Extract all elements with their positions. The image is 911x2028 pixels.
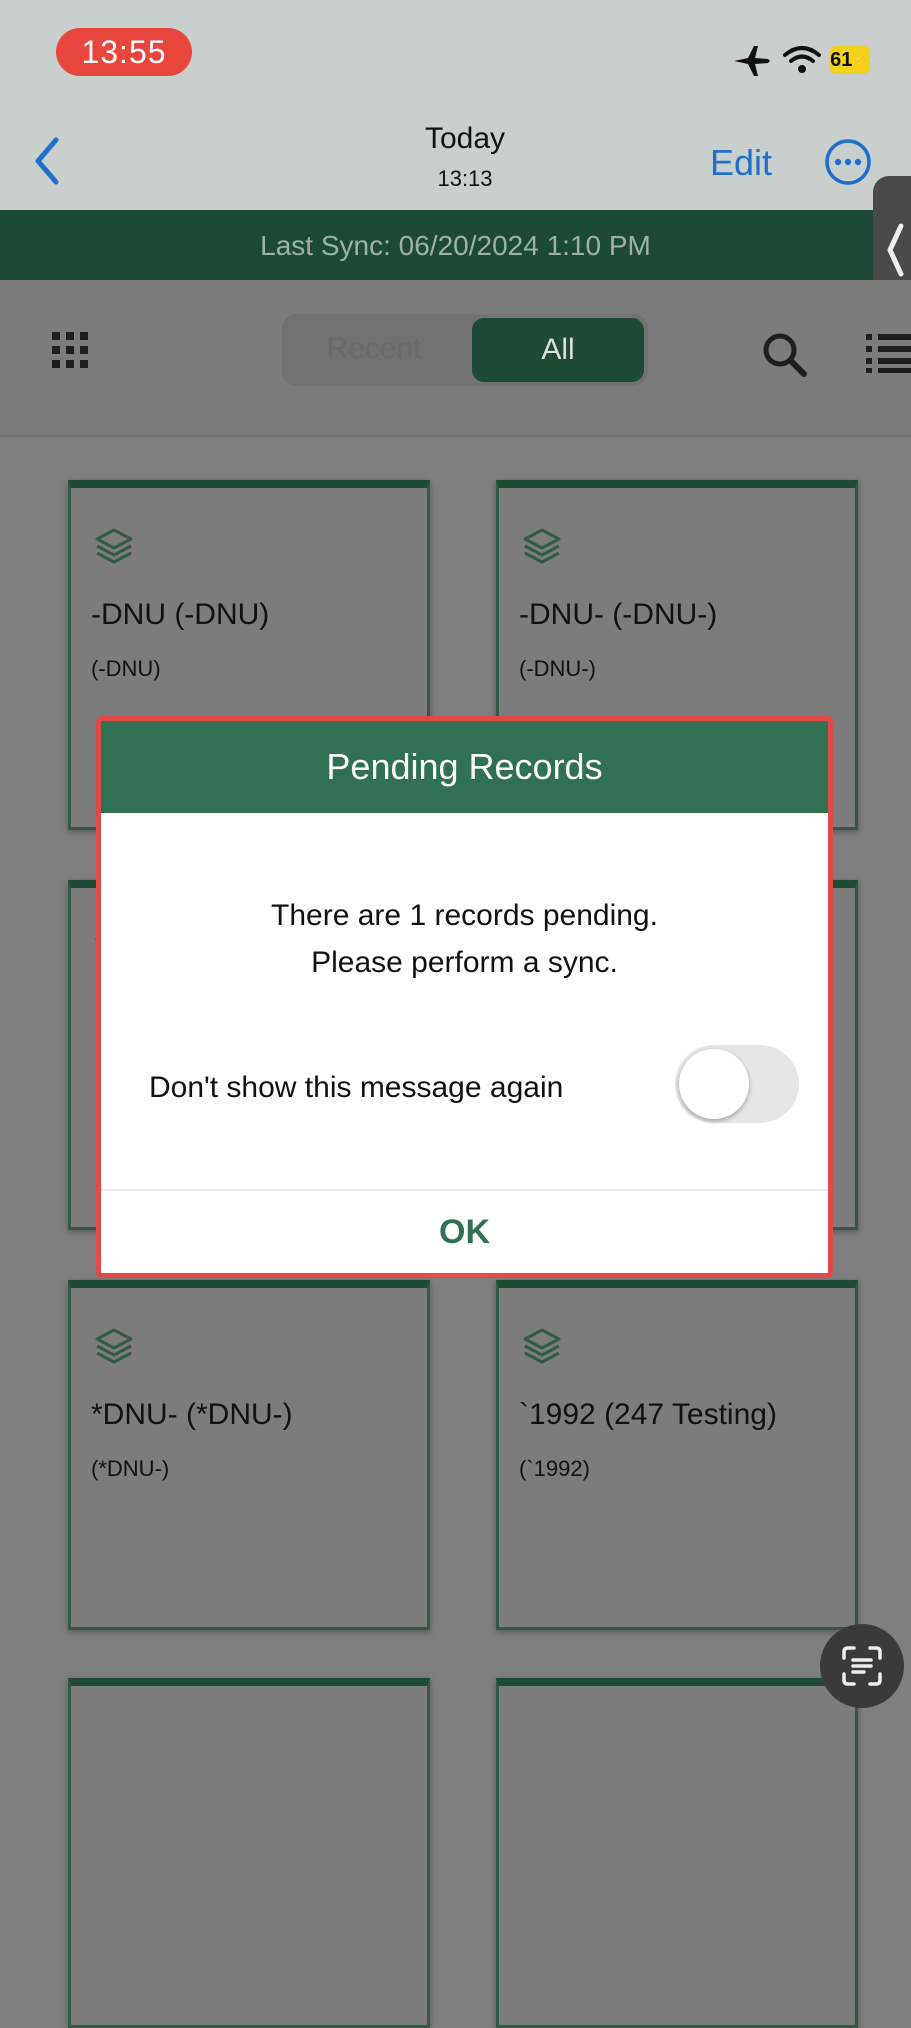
card-subtitle: (`1992) xyxy=(519,1456,590,1481)
toggle-knob xyxy=(679,1049,749,1119)
edit-button[interactable]: Edit xyxy=(710,142,772,184)
layers-icon xyxy=(93,526,135,573)
record-card[interactable]: `1992 (247 Testing) (`1992) xyxy=(496,1280,858,1630)
ok-button[interactable]: OK xyxy=(101,1191,828,1273)
airplane-mode-icon xyxy=(734,46,770,76)
card-title: `1992 (247 Testing) xyxy=(519,1398,777,1431)
more-options-icon[interactable] xyxy=(824,138,872,186)
dont-show-again-toggle[interactable] xyxy=(675,1045,799,1123)
grid-view-icon[interactable] xyxy=(50,330,90,370)
card-subtitle: (*DNU-) xyxy=(91,1456,170,1481)
status-time: 13:55 xyxy=(56,28,192,76)
search-icon[interactable] xyxy=(760,330,808,378)
chevron-left-icon xyxy=(887,223,904,277)
dialog-message-line2: Please perform a sync. xyxy=(311,946,618,979)
scan-text-button[interactable] xyxy=(820,1624,904,1708)
battery-indicator: 61 ⚡ xyxy=(830,46,870,74)
card-subtitle: (-DNU) xyxy=(91,656,161,681)
card-title: *DNU- (*DNU-) xyxy=(91,1398,293,1431)
dialog-message-line1: There are 1 records pending. xyxy=(271,899,658,932)
layers-icon xyxy=(521,526,563,573)
pending-records-dialog: Pending Records There are 1 records pend… xyxy=(96,716,833,1278)
dialog-title: Pending Records xyxy=(101,721,828,813)
nav-subtitle: 13:13 xyxy=(437,166,493,191)
scan-text-icon xyxy=(842,1646,882,1686)
toggle-label: Don't show this message again xyxy=(149,1071,564,1104)
list-view-icon[interactable] xyxy=(866,332,911,374)
layers-icon xyxy=(93,1326,135,1373)
card-title: -DNU- (-DNU-) xyxy=(519,598,718,631)
record-card[interactable]: *DNU- (*DNU-) (*DNU-) xyxy=(68,1280,430,1630)
card-subtitle: (-DNU-) xyxy=(519,656,596,681)
card-title: -DNU (-DNU) xyxy=(91,598,270,631)
layers-icon xyxy=(521,1326,563,1373)
tab-recent[interactable]: Recent xyxy=(300,332,448,366)
nav-title: Today xyxy=(424,122,506,155)
back-chevron-icon[interactable] xyxy=(30,136,64,186)
last-sync-text: Last Sync: 06/20/2024 1:10 PM xyxy=(260,230,651,261)
record-card[interactable] xyxy=(496,1678,858,2028)
tab-all[interactable]: All xyxy=(472,318,644,382)
wifi-icon xyxy=(783,46,821,73)
record-card[interactable] xyxy=(68,1678,430,2028)
